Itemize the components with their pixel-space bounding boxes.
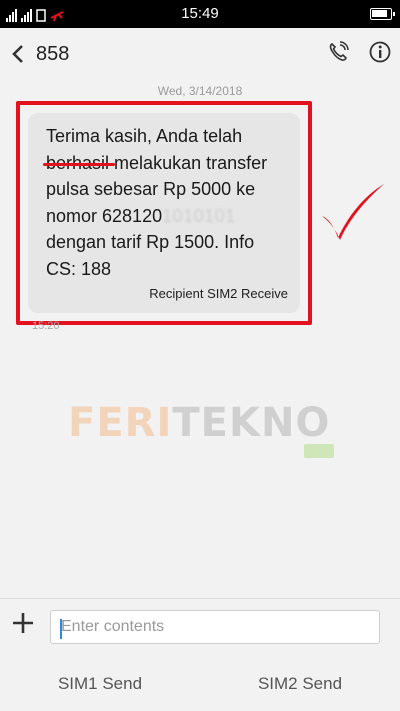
conversation-header: 858 <box>0 28 400 80</box>
plus-icon <box>13 613 33 633</box>
message-line: Terima kasih, Anda telah <box>46 126 243 146</box>
phone-call-icon <box>329 41 349 61</box>
message-time: 15:20 <box>32 320 60 332</box>
send-bar: SIM1 Send SIM2 Send <box>0 656 400 711</box>
sim2-send-button[interactable]: SIM2 Send <box>200 656 400 711</box>
watermark: FERITEKNO <box>68 400 330 446</box>
call-button[interactable] <box>326 40 350 64</box>
message-line: CS: 188 <box>46 258 112 279</box>
info-button[interactable] <box>368 40 392 64</box>
message-text: Terima kasih, Anda telah berhasil melaku… <box>46 123 286 282</box>
back-button[interactable] <box>0 28 36 80</box>
highlight-frame: Terima kasih, Anda telah berhasil melaku… <box>16 101 312 325</box>
chevron-left-icon <box>12 45 23 63</box>
status-bar: 15:49 <box>0 0 400 28</box>
watermark-part: FERI <box>68 400 173 446</box>
message-line: melakukan transfer <box>109 152 268 173</box>
message-date: Wed, 3/14/2018 <box>157 84 243 98</box>
recipient-label: Recipient SIM2 Receive <box>149 286 288 301</box>
redacted-number: 1010101 <box>162 205 236 226</box>
sim1-send-button[interactable]: SIM1 Send <box>0 656 200 711</box>
info-icon <box>369 41 391 63</box>
battery-icon <box>370 8 395 20</box>
message-line: nomor 628120 <box>46 205 163 226</box>
text-cursor <box>60 619 62 639</box>
message-line: dengan tarif Rp 1500. Info <box>46 232 255 252</box>
status-time: 15:49 <box>181 5 219 22</box>
watermark-part: TEKNO <box>172 400 331 446</box>
message-bubble[interactable]: Terima kasih, Anda telah berhasil melaku… <box>28 113 300 313</box>
checkmark-icon <box>322 184 384 240</box>
add-attachment-button[interactable] <box>10 611 36 637</box>
contact-name: 858 <box>36 42 70 65</box>
underline-annotation <box>43 163 115 166</box>
message-line: pulsa sebesar Rp 5000 ke <box>46 179 256 199</box>
message-input[interactable] <box>50 610 380 644</box>
watermark-badge <box>304 444 334 458</box>
